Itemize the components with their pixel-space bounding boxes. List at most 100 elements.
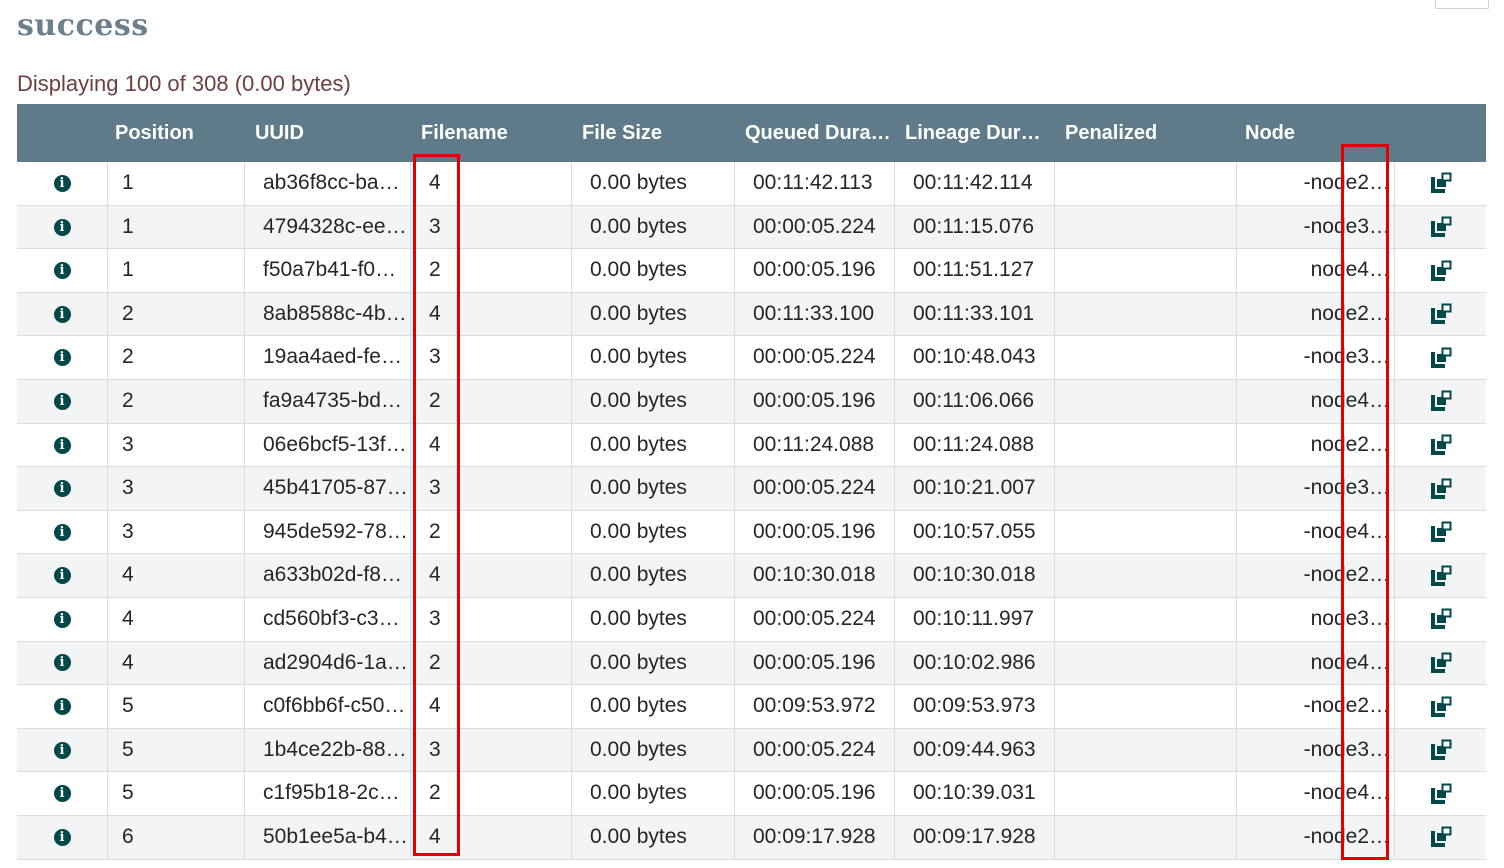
cell-uuid: 4794328c-ee… <box>245 205 411 249</box>
provenance-icon[interactable] <box>1430 608 1452 630</box>
provenance-icon[interactable] <box>1430 652 1452 674</box>
cell-position: 5 <box>108 728 245 772</box>
table-row[interactable]: i 5 1b4ce22b-88… 3 0.00 bytes 00:00:05.224 00:… <box>17 728 1486 773</box>
provenance-icon[interactable] <box>1430 478 1452 500</box>
cell-queued-duration: 00:09:53.972 <box>735 685 895 728</box>
provenance-icon[interactable] <box>1430 739 1452 761</box>
cell-position: 4 <box>108 554 245 597</box>
cell-info: i <box>17 292 108 336</box>
table-row[interactable]: i 6 50b1ee5a-b4… 4 0.00 bytes 00:09:17.928 00:… <box>17 815 1486 860</box>
cell-actions <box>1395 467 1486 510</box>
cell-filename: 2 <box>411 772 572 815</box>
info-icon[interactable]: i <box>53 480 71 498</box>
table-row[interactable]: i 3 06e6bcf5-13f… 4 0.00 bytes 00:11:24.088 00… <box>17 423 1486 468</box>
cell-penalized <box>1055 641 1237 685</box>
header-penalized[interactable]: Penalized <box>1055 104 1237 162</box>
table-row[interactable]: i 2 fa9a4735-bd… 2 0.00 bytes 00:00:05.196 00:… <box>17 379 1486 424</box>
cell-uuid: 19aa4aed-fe… <box>245 336 411 379</box>
provenance-icon[interactable] <box>1430 696 1452 718</box>
header-filename[interactable]: Filename <box>411 104 572 162</box>
info-icon[interactable]: i <box>53 654 71 672</box>
cell-lineage-duration: 00:10:48.043 <box>895 336 1055 379</box>
cell-node: -node2… <box>1237 554 1395 597</box>
provenance-icon[interactable] <box>1430 347 1452 369</box>
provenance-icon[interactable] <box>1430 216 1452 238</box>
cell-filename: 2 <box>411 510 572 554</box>
cell-file-size: 0.00 bytes <box>572 336 735 379</box>
cell-uuid: fa9a4735-bd… <box>245 379 411 423</box>
cell-filename: 2 <box>411 641 572 685</box>
cell-actions <box>1395 380 1486 423</box>
cell-queued-duration: 00:00:05.224 <box>735 205 895 249</box>
header-file-size[interactable]: File Size <box>572 104 735 162</box>
cell-position: 1 <box>108 249 245 292</box>
provenance-icon[interactable] <box>1430 303 1452 325</box>
provenance-icon[interactable] <box>1430 826 1452 848</box>
cell-info: i <box>17 467 108 510</box>
provenance-icon[interactable] <box>1430 172 1452 194</box>
provenance-icon[interactable] <box>1430 260 1452 282</box>
cell-node: -node2… <box>1237 685 1395 728</box>
table-row[interactable]: i 2 8ab8588c-4b… 4 0.00 bytes 00:11:33.100 00:… <box>17 292 1486 337</box>
info-icon[interactable]: i <box>53 174 71 192</box>
cell-penalized <box>1055 336 1237 379</box>
cell-penalized <box>1055 772 1237 815</box>
cell-lineage-duration: 00:11:06.066 <box>895 379 1055 423</box>
header-position[interactable]: Position <box>108 104 245 162</box>
table-row[interactable]: i 4 cd560bf3-c3… 3 0.00 bytes 00:00:05.224 00:… <box>17 597 1486 642</box>
provenance-icon[interactable] <box>1430 521 1452 543</box>
table-row[interactable]: i 3 45b41705-87… 3 0.00 bytes 00:00:05.224 00:… <box>17 467 1486 511</box>
table-row[interactable]: i 5 c1f95b18-2c… 2 0.00 bytes 00:00:05.196 00:… <box>17 772 1486 816</box>
cell-actions <box>1395 293 1486 336</box>
cell-node: -node3… <box>1237 467 1395 510</box>
provenance-icon[interactable] <box>1430 434 1452 456</box>
info-icon[interactable]: i <box>53 610 71 628</box>
cell-filename: 3 <box>411 205 572 249</box>
cell-filename: 4 <box>411 815 572 859</box>
cell-queued-duration: 00:09:17.928 <box>735 815 895 859</box>
cell-position: 1 <box>108 162 245 205</box>
cell-filename: 3 <box>411 728 572 772</box>
cell-actions <box>1395 162 1486 205</box>
table-row[interactable]: i 2 19aa4aed-fe… 3 0.00 bytes 00:00:05.224 00:… <box>17 336 1486 380</box>
table-row[interactable]: i 1 ab36f8cc-ba… 4 0.00 bytes 00:11:42.113 00:… <box>17 162 1486 206</box>
table-row[interactable]: i 1 4794328c-ee… 3 0.00 bytes 00:00:05.224 00:… <box>17 205 1486 250</box>
info-icon[interactable]: i <box>53 698 71 716</box>
info-icon[interactable]: i <box>53 262 71 280</box>
table-row[interactable]: i 3 945de592-78… 2 0.00 bytes 00:00:05.196 00:… <box>17 510 1486 555</box>
info-icon[interactable]: i <box>53 785 71 803</box>
table-row[interactable]: i 4 ad2904d6-1a… 2 0.00 bytes 00:00:05.196 00:… <box>17 641 1486 686</box>
cell-file-size: 0.00 bytes <box>572 815 735 859</box>
info-icon[interactable]: i <box>53 392 71 410</box>
cell-position: 3 <box>108 423 245 467</box>
header-node[interactable]: Node <box>1237 104 1395 162</box>
info-icon[interactable]: i <box>53 436 71 454</box>
info-icon[interactable]: i <box>53 349 71 367</box>
header-lineage-duration[interactable]: Lineage Dur… <box>895 104 1055 162</box>
table-row[interactable]: i 5 c0f6bb6f-c50… 4 0.00 bytes 00:09:53.972 00… <box>17 685 1486 729</box>
cell-queued-duration: 00:00:05.196 <box>735 510 895 554</box>
table-row[interactable]: i 1 f50a7b41-f0… 2 0.00 bytes 00:00:05.196 00:… <box>17 249 1486 293</box>
cell-info: i <box>17 379 108 423</box>
cell-file-size: 0.00 bytes <box>572 554 735 597</box>
info-icon[interactable]: i <box>53 567 71 585</box>
info-icon[interactable]: i <box>53 523 71 541</box>
cell-penalized <box>1055 249 1237 292</box>
corner-button[interactable] <box>1435 0 1489 9</box>
table-row[interactable]: i 4 a633b02d-f8… 4 0.00 bytes 00:10:30.018 00:… <box>17 554 1486 598</box>
provenance-icon[interactable] <box>1430 783 1452 805</box>
cell-actions <box>1395 685 1486 728</box>
cell-node: -node4… <box>1237 510 1395 554</box>
info-icon[interactable]: i <box>53 828 71 846</box>
provenance-icon[interactable] <box>1430 390 1452 412</box>
cell-node: -node2… <box>1237 815 1395 859</box>
cell-info: i <box>17 510 108 554</box>
provenance-icon[interactable] <box>1430 565 1452 587</box>
cell-file-size: 0.00 bytes <box>572 597 735 641</box>
info-icon[interactable]: i <box>53 218 71 236</box>
info-icon[interactable]: i <box>53 305 71 323</box>
header-queued-duration[interactable]: Queued Dura… <box>735 104 895 162</box>
info-icon[interactable]: i <box>53 741 71 759</box>
header-uuid[interactable]: UUID <box>245 104 411 162</box>
cell-uuid: 1b4ce22b-88… <box>245 728 411 772</box>
